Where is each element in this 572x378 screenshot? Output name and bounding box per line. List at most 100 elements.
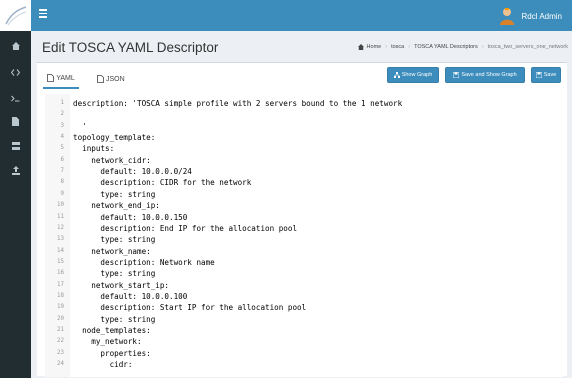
avatar — [499, 8, 514, 25]
code-text: default: 10.0.0.150 — [73, 212, 188, 222]
line-number: 22 — [57, 338, 64, 345]
terminal-icon[interactable] — [0, 90, 31, 106]
code-text: type: string — [73, 189, 156, 199]
line-number: 8 — [60, 179, 65, 186]
editor-box: YAML JSON Show Graph Save and Show Graph… — [37, 62, 567, 377]
code-text: type: string — [73, 235, 156, 245]
tab-yaml-label: YAML — [56, 74, 75, 82]
breadcrumb-tosca[interactable]: tosca — [391, 44, 404, 50]
code-text: cidr: — [73, 360, 133, 370]
save-and-show-graph-label: Save and Show Graph — [461, 72, 517, 78]
show-graph-label: Show Graph — [401, 72, 433, 78]
save-label: Save — [543, 72, 557, 78]
code-line[interactable]: 18 default: 10.0.0.100 — [45, 291, 563, 302]
code-line[interactable]: 9 type: string — [45, 189, 563, 200]
line-number: 3 — [60, 122, 65, 129]
floppy-icon — [453, 72, 460, 78]
code-text: description: Network name — [73, 257, 215, 267]
code-text: type: string — [73, 269, 156, 279]
code-line[interactable]: 20 type: string — [45, 314, 563, 325]
line-number: 1 — [60, 100, 65, 106]
code-line[interactable]: 22 my_network: — [45, 336, 563, 347]
code-line[interactable]: 19 description: Start IP for the allocat… — [45, 302, 563, 313]
line-number: 17 — [57, 281, 64, 288]
code-line[interactable]: 15 description: Network name — [45, 257, 563, 268]
file-icon[interactable] — [0, 113, 31, 129]
code-line[interactable]: 12 description: End IP for the allocatio… — [45, 223, 563, 234]
code-line[interactable]: 21 node_templates: — [45, 325, 563, 336]
code-line[interactable]: 8 description: CIDR for the network — [45, 177, 563, 188]
line-number: 21 — [57, 327, 64, 333]
code-text: network_cidr: — [73, 155, 151, 165]
code-line[interactable]: 6 network_cidr: — [45, 155, 563, 166]
line-number: 5 — [60, 145, 65, 152]
line-number: 10 — [57, 202, 64, 209]
code-text: topology_template: — [73, 133, 156, 143]
server-icon[interactable] — [0, 138, 31, 154]
line-number: 16 — [57, 270, 64, 277]
dashboard-icon[interactable] — [0, 38, 31, 54]
code-text: properties: — [73, 348, 151, 358]
code-text: description: End IP for the allocation p… — [73, 223, 298, 233]
floppy-icon — [535, 72, 542, 78]
line-number: 13 — [57, 236, 64, 243]
code-icon[interactable] — [0, 64, 31, 80]
show-graph-button[interactable]: Show Graph — [387, 67, 439, 83]
top-navbar: Rdcl Admin — [31, 0, 572, 31]
breadcrumb-descriptors[interactable]: TOSCA YAML Descriptors — [414, 44, 478, 50]
upload-icon[interactable] — [0, 162, 31, 178]
breadcrumb: Home › tosca › TOSCA YAML Descriptors › … — [357, 44, 568, 50]
code-line[interactable]: 1 description: 'TOSCA simple profile with… — [45, 98, 563, 109]
save-and-show-graph-button[interactable]: Save and Show Graph — [445, 67, 525, 83]
code-line[interactable]: 23 properties: — [45, 348, 563, 359]
tab-json[interactable]: JSON — [97, 69, 131, 89]
code-line[interactable]: 13 type: string — [45, 234, 563, 245]
page-title: Edit TOSCA YAML Descriptor — [42, 40, 219, 55]
code-line[interactable]: 2 — [45, 109, 563, 120]
code-text: default: 10.0.0.0/24 — [73, 167, 192, 177]
line-number: 19 — [57, 304, 64, 311]
line-number: 20 — [57, 315, 64, 322]
code-line[interactable]: 14 network_name: — [45, 246, 563, 257]
code-line[interactable]: 5 inputs: — [45, 143, 563, 154]
save-button[interactable]: Save — [531, 67, 561, 83]
code-line[interactable]: 4 topology_template: — [45, 132, 563, 143]
code-text: node_templates: — [73, 326, 151, 335]
breadcrumb-home[interactable]: Home — [367, 44, 382, 50]
line-number: 4 — [60, 134, 65, 141]
file-code-icon — [97, 75, 104, 83]
code-text: default: 10.0.0.100 — [73, 291, 188, 301]
line-number: 14 — [57, 247, 64, 254]
code-line[interactable]: 10 network_end_ip: — [45, 200, 563, 211]
code-line[interactable]: 3 ' — [45, 121, 563, 132]
line-number: 24 — [57, 361, 64, 368]
code-text: my_network: — [73, 337, 142, 347]
line-number: 15 — [57, 258, 64, 265]
app-logo[interactable] — [0, 0, 31, 31]
code-line[interactable]: 17 network_start_ip: — [45, 280, 563, 291]
line-number: 9 — [60, 190, 65, 197]
user-menu[interactable]: Rdcl Admin — [499, 6, 562, 26]
user-name: Rdcl Admin — [521, 11, 562, 21]
code-line[interactable]: 24 cidr: — [45, 359, 563, 370]
menu-toggle-icon[interactable] — [39, 9, 51, 21]
line-number: 18 — [57, 292, 64, 299]
sidebar — [0, 0, 31, 378]
code-line[interactable]: 7 default: 10.0.0.0/24 — [45, 166, 563, 177]
tab-yaml[interactable]: YAML — [43, 69, 79, 89]
breadcrumb-current: tosca_two_servers_one_network — [487, 44, 568, 50]
code-text: description: 'TOSCA simple profile with … — [73, 99, 403, 108]
code-line[interactable]: 16 type: string — [45, 268, 563, 279]
line-number: 7 — [60, 168, 65, 175]
code-text: network_name: — [73, 246, 151, 256]
code-text: description: CIDR for the network — [73, 178, 252, 188]
code-text: network_start_ip: — [73, 280, 170, 290]
code-line[interactable]: 11 default: 10.0.0.150 — [45, 212, 563, 223]
line-number: 11 — [57, 213, 64, 220]
file-code-icon — [47, 74, 55, 82]
code-text: network_end_ip: — [73, 201, 160, 211]
code-editor[interactable]: 1 description: 'TOSCA simple profile with… — [45, 94, 563, 377]
code-text: description: Start IP for the allocation… — [73, 303, 307, 313]
code-text: type: string — [73, 314, 156, 324]
sitemap-icon — [393, 72, 400, 78]
